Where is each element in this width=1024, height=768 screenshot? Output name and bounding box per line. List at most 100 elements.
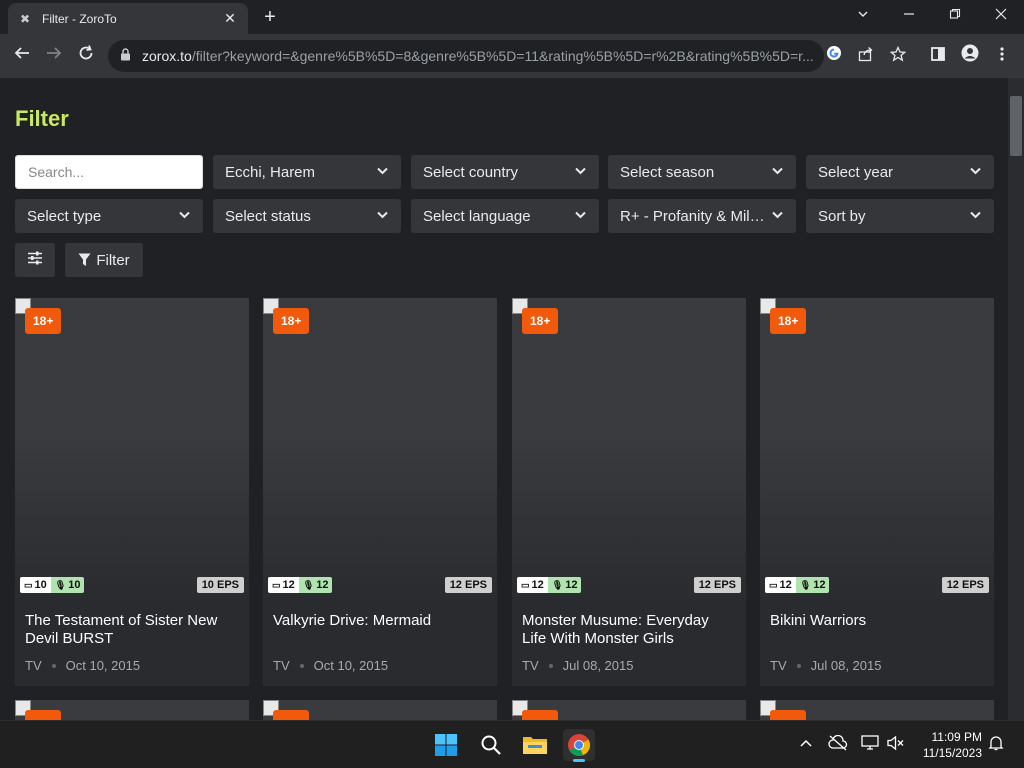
file-explorer-icon[interactable] bbox=[519, 729, 551, 761]
anime-poster[interactable] bbox=[760, 298, 994, 602]
volume-muted-icon[interactable] bbox=[886, 735, 906, 754]
rating-select[interactable]: R+ - Profanity & Mild Nudity bbox=[608, 199, 796, 233]
anime-date: Jul 08, 2015 bbox=[562, 658, 634, 673]
reload-icon[interactable] bbox=[74, 44, 98, 68]
anime-title-link[interactable]: The Testament of Sister New Devil BURST bbox=[25, 612, 240, 648]
episode-badges: ▭ 12 🎙 12 bbox=[268, 577, 333, 593]
system-clock[interactable]: 11:09 PM 11/15/2023 bbox=[923, 729, 982, 761]
anime-card[interactable]: 18+ ▭ 12 🎙 12 12 EPS Bikini Warriors TV Jul… bbox=[760, 298, 994, 686]
onedrive-offline-icon[interactable] bbox=[828, 734, 848, 754]
show-hidden-icons-chevron-icon[interactable] bbox=[796, 735, 816, 751]
country-select[interactable]: Select country bbox=[411, 155, 599, 189]
anime-poster[interactable] bbox=[15, 298, 249, 602]
anime-type: TV bbox=[770, 658, 787, 673]
chevron-down-icon bbox=[970, 211, 982, 222]
anime-card-partial[interactable] bbox=[760, 700, 994, 720]
anime-title-link[interactable]: Monster Musume: Everyday Life With Monst… bbox=[522, 612, 737, 648]
chevron-down-icon bbox=[575, 167, 587, 178]
anime-card[interactable]: 18+ ▭ 10 🎙 10 10 EPS The Testament of Sist… bbox=[15, 298, 249, 686]
status-select-value: Select status bbox=[225, 207, 311, 225]
filter-button[interactable]: Filter bbox=[65, 243, 143, 277]
anime-card[interactable]: 18+ ▭ 12 🎙 12 12 EPS Valkyrie Drive: Merma… bbox=[263, 298, 497, 686]
url-host: zorox.to bbox=[142, 48, 192, 64]
browser-tab[interactable]: ✖ Filter - ZoroTo ✕ bbox=[8, 3, 248, 34]
meta-separator-dot bbox=[51, 663, 56, 668]
back-arrow-icon[interactable] bbox=[10, 44, 34, 68]
meta-separator-dot bbox=[548, 663, 553, 668]
url-path: /filter?keyword=&genre%5B%5D=8&genre%5B%… bbox=[191, 48, 814, 64]
forward-arrow-icon[interactable] bbox=[42, 44, 66, 68]
notification-bell-icon[interactable] bbox=[986, 735, 1006, 754]
season-select-value: Select season bbox=[620, 163, 715, 181]
episode-badges: ▭ 12 🎙 12 bbox=[765, 577, 830, 593]
language-select-value: Select language bbox=[423, 207, 531, 225]
chrome-taskbar-icon[interactable] bbox=[563, 729, 595, 762]
age-rating-badge: 18+ bbox=[522, 308, 559, 334]
anime-title-link[interactable]: Valkyrie Drive: Mermaid bbox=[273, 612, 488, 630]
sliders-icon bbox=[27, 251, 43, 269]
chevron-down-icon bbox=[772, 167, 784, 178]
anime-date: Oct 10, 2015 bbox=[65, 658, 141, 673]
age-rating-badge-partial bbox=[273, 710, 309, 720]
side-panel-icon[interactable] bbox=[926, 44, 950, 68]
year-select[interactable]: Select year bbox=[806, 155, 994, 189]
google-lens-icon[interactable] bbox=[822, 44, 846, 68]
anime-meta: TV Oct 10, 2015 bbox=[25, 658, 140, 673]
chevron-down-icon bbox=[970, 167, 982, 178]
sort-select[interactable]: Sort by bbox=[806, 199, 994, 233]
type-select[interactable]: Select type bbox=[15, 199, 203, 233]
tab-close-icon[interactable]: ✕ bbox=[222, 10, 238, 27]
windows-taskbar: 11:09 PM 11/15/2023 bbox=[0, 720, 1024, 768]
new-tab-button[interactable]: + bbox=[259, 6, 281, 28]
network-icon[interactable] bbox=[860, 735, 880, 754]
windows-start-icon[interactable] bbox=[430, 729, 462, 761]
more-menu-icon[interactable] bbox=[990, 44, 1014, 68]
search-icon[interactable] bbox=[475, 729, 507, 761]
share-icon[interactable] bbox=[854, 44, 878, 68]
anime-title-link[interactable]: Bikini Warriors bbox=[770, 612, 985, 630]
anime-card-partial[interactable] bbox=[512, 700, 746, 720]
language-select[interactable]: Select language bbox=[411, 199, 599, 233]
anime-date: Oct 10, 2015 bbox=[313, 658, 389, 673]
restore-icon[interactable] bbox=[943, 4, 967, 26]
anime-poster[interactable] bbox=[512, 298, 746, 602]
dub-count-badge: 🎙 10 bbox=[50, 577, 85, 593]
anime-meta: TV Oct 10, 2015 bbox=[273, 658, 388, 673]
anime-type: TV bbox=[25, 658, 42, 673]
dub-count-badge: 🎙 12 bbox=[795, 577, 830, 593]
season-select[interactable]: Select season bbox=[608, 155, 796, 189]
chevron-down-icon bbox=[575, 211, 587, 222]
dub-count: 12 bbox=[316, 579, 329, 591]
page-title: Filter bbox=[15, 106, 69, 131]
anime-poster[interactable] bbox=[263, 298, 497, 602]
episode-total-badge: 12 EPS bbox=[444, 577, 492, 593]
sub-count-badge: ▭ 12 bbox=[517, 577, 548, 593]
closed-caption-icon: ▭ bbox=[272, 579, 281, 590]
episode-total-badge: 12 EPS bbox=[693, 577, 741, 593]
minimize-icon[interactable] bbox=[897, 4, 921, 26]
closed-caption-icon: ▭ bbox=[769, 579, 778, 590]
dub-count-badge: 🎙 12 bbox=[298, 577, 333, 593]
clock-date: 11/15/2023 bbox=[922, 746, 982, 760]
anime-card-partial[interactable] bbox=[263, 700, 497, 720]
window-close-icon[interactable] bbox=[989, 4, 1013, 26]
anime-card-partial[interactable] bbox=[15, 700, 249, 720]
episode-total-badge: 12 EPS bbox=[941, 577, 989, 593]
search-input[interactable] bbox=[15, 155, 203, 189]
genre-select[interactable]: Ecchi, Harem bbox=[213, 155, 401, 189]
sub-count-badge: ▭ 12 bbox=[765, 577, 796, 593]
page-scrollbar[interactable] bbox=[1008, 78, 1024, 720]
closed-caption-icon: ▭ bbox=[24, 579, 33, 590]
address-bar[interactable]: zorox.to/filter?keyword=&genre%5B%5D=8&g… bbox=[108, 40, 824, 72]
age-rating-badge-partial bbox=[770, 710, 806, 720]
profile-avatar-icon[interactable] bbox=[958, 44, 982, 68]
bookmark-star-icon[interactable] bbox=[886, 44, 910, 68]
status-select[interactable]: Select status bbox=[213, 199, 401, 233]
anime-type: TV bbox=[273, 658, 290, 673]
anime-card[interactable]: 18+ ▭ 12 🎙 12 12 EPS Monster Musume: Every… bbox=[512, 298, 746, 686]
tab-search-chevron-icon[interactable] bbox=[851, 4, 875, 26]
scrollbar-thumb[interactable] bbox=[1010, 96, 1022, 156]
country-select-value: Select country bbox=[423, 163, 519, 181]
age-rating-badge-partial bbox=[25, 710, 61, 720]
advanced-options-button[interactable] bbox=[15, 243, 55, 277]
